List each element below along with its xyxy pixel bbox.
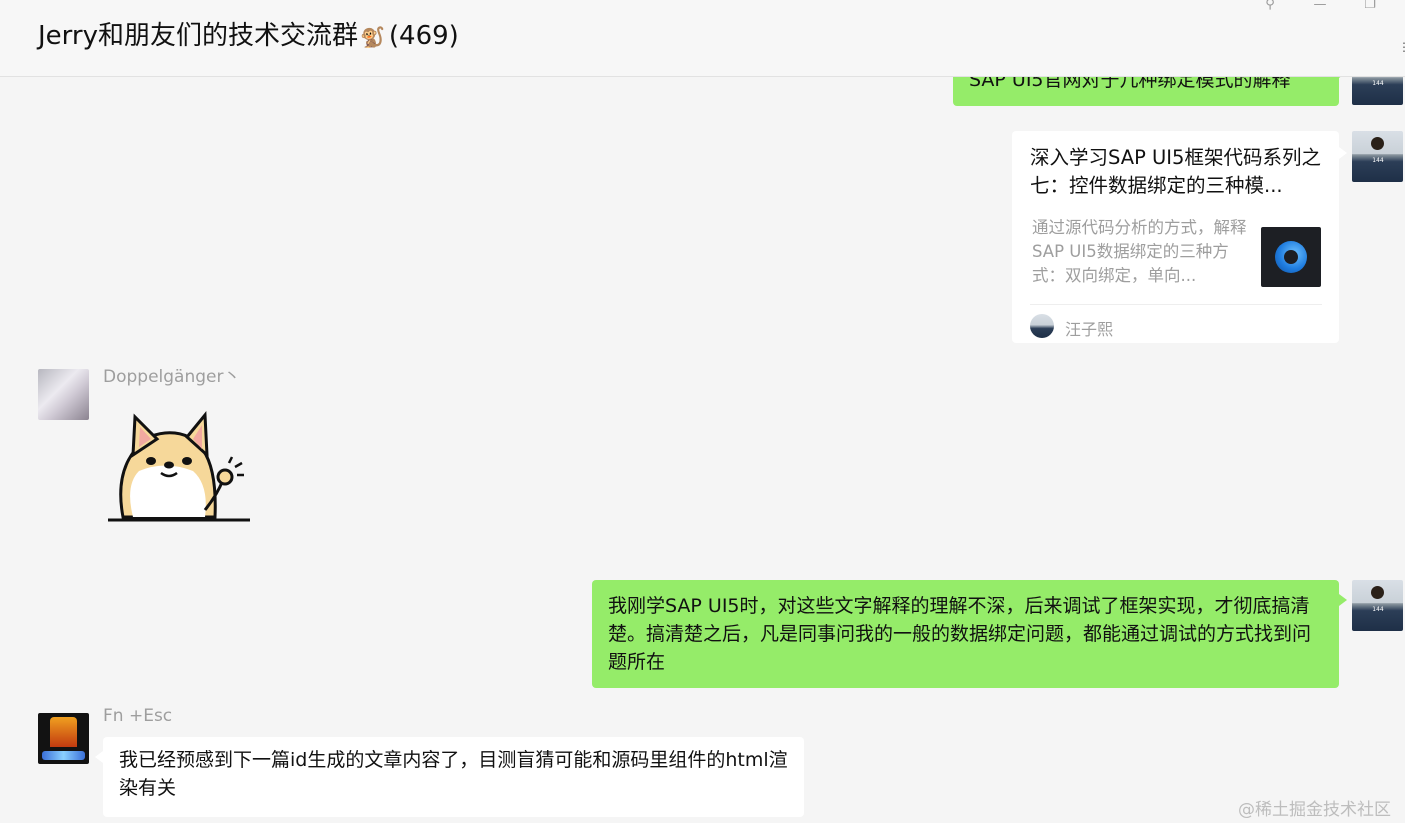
card-thumbnail bbox=[1261, 227, 1321, 287]
sender-avatar-fn-esc[interactable] bbox=[38, 713, 89, 764]
shiba-dog-sticker[interactable] bbox=[105, 405, 255, 525]
sender-avatar-doppelganger[interactable] bbox=[38, 369, 89, 420]
watermark: @稀土掘金技术社区 bbox=[1238, 800, 1391, 820]
sender-name: Doppelgänger丶 bbox=[103, 367, 241, 387]
card-title: 深入学习SAP UI5框架代码系列之七：控件数据绑定的三种模... bbox=[1030, 146, 1321, 197]
link-card[interactable]: 深入学习SAP UI5框架代码系列之七：控件数据绑定的三种模... 通过源代码分… bbox=[1012, 131, 1347, 343]
message-bubble-self[interactable]: SAP UI5官网对于几种绑定模式的解释 bbox=[953, 52, 1347, 106]
self-avatar[interactable]: 144 bbox=[1352, 54, 1403, 105]
monkey-emoji-icon: 🐒 bbox=[359, 25, 385, 49]
pin-icon-overlay[interactable]: ⚲ bbox=[1260, 0, 1280, 14]
card-description: 通过源代码分析的方式，解释SAP UI5数据绑定的三种方式：双向绑定，单向... bbox=[1032, 218, 1247, 285]
member-count-overlay: (469) bbox=[388, 21, 459, 51]
chat-title-overlay: Jerry和朋友们的技术交流群 🐒 (469) bbox=[38, 18, 459, 55]
self-avatar[interactable]: 144 bbox=[1352, 580, 1403, 631]
minimize-icon-overlay[interactable]: — bbox=[1310, 0, 1330, 14]
card-author: 汪子熙 bbox=[1065, 320, 1114, 339]
card-divider bbox=[1030, 304, 1322, 305]
sender-name: Fn +Esc bbox=[103, 706, 173, 726]
self-avatar[interactable]: 144 bbox=[1352, 131, 1403, 182]
message-text: 我已经预感到下一篇id生成的文章内容了，目测盲猜可能和源码里组件的html渲染有… bbox=[119, 749, 788, 799]
card-author-avatar bbox=[1030, 314, 1054, 338]
maximize-icon-overlay[interactable]: ❐ bbox=[1360, 0, 1380, 14]
message-text: SAP UI5官网对于几种绑定模式的解释 bbox=[969, 69, 1291, 91]
message-bubble-self[interactable]: 我刚学SAP UI5时，对这些文字解释的理解不深，后来调试了框架实现，才彻底搞清… bbox=[592, 580, 1347, 688]
message-bubble-other[interactable]: 我已经预感到下一篇id生成的文章内容了，目测盲猜可能和源码里组件的html渲染有… bbox=[95, 737, 804, 817]
article-logo-icon bbox=[1275, 241, 1307, 273]
message-text: 我刚学SAP UI5时，对这些文字解释的理解不深，后来调试了框架实现，才彻底搞清… bbox=[608, 595, 1312, 673]
chat-title-text-overlay: Jerry和朋友们的技术交流群 bbox=[38, 21, 358, 51]
more-options-icon-overlay[interactable]: ⋮ bbox=[1398, 40, 1405, 54]
